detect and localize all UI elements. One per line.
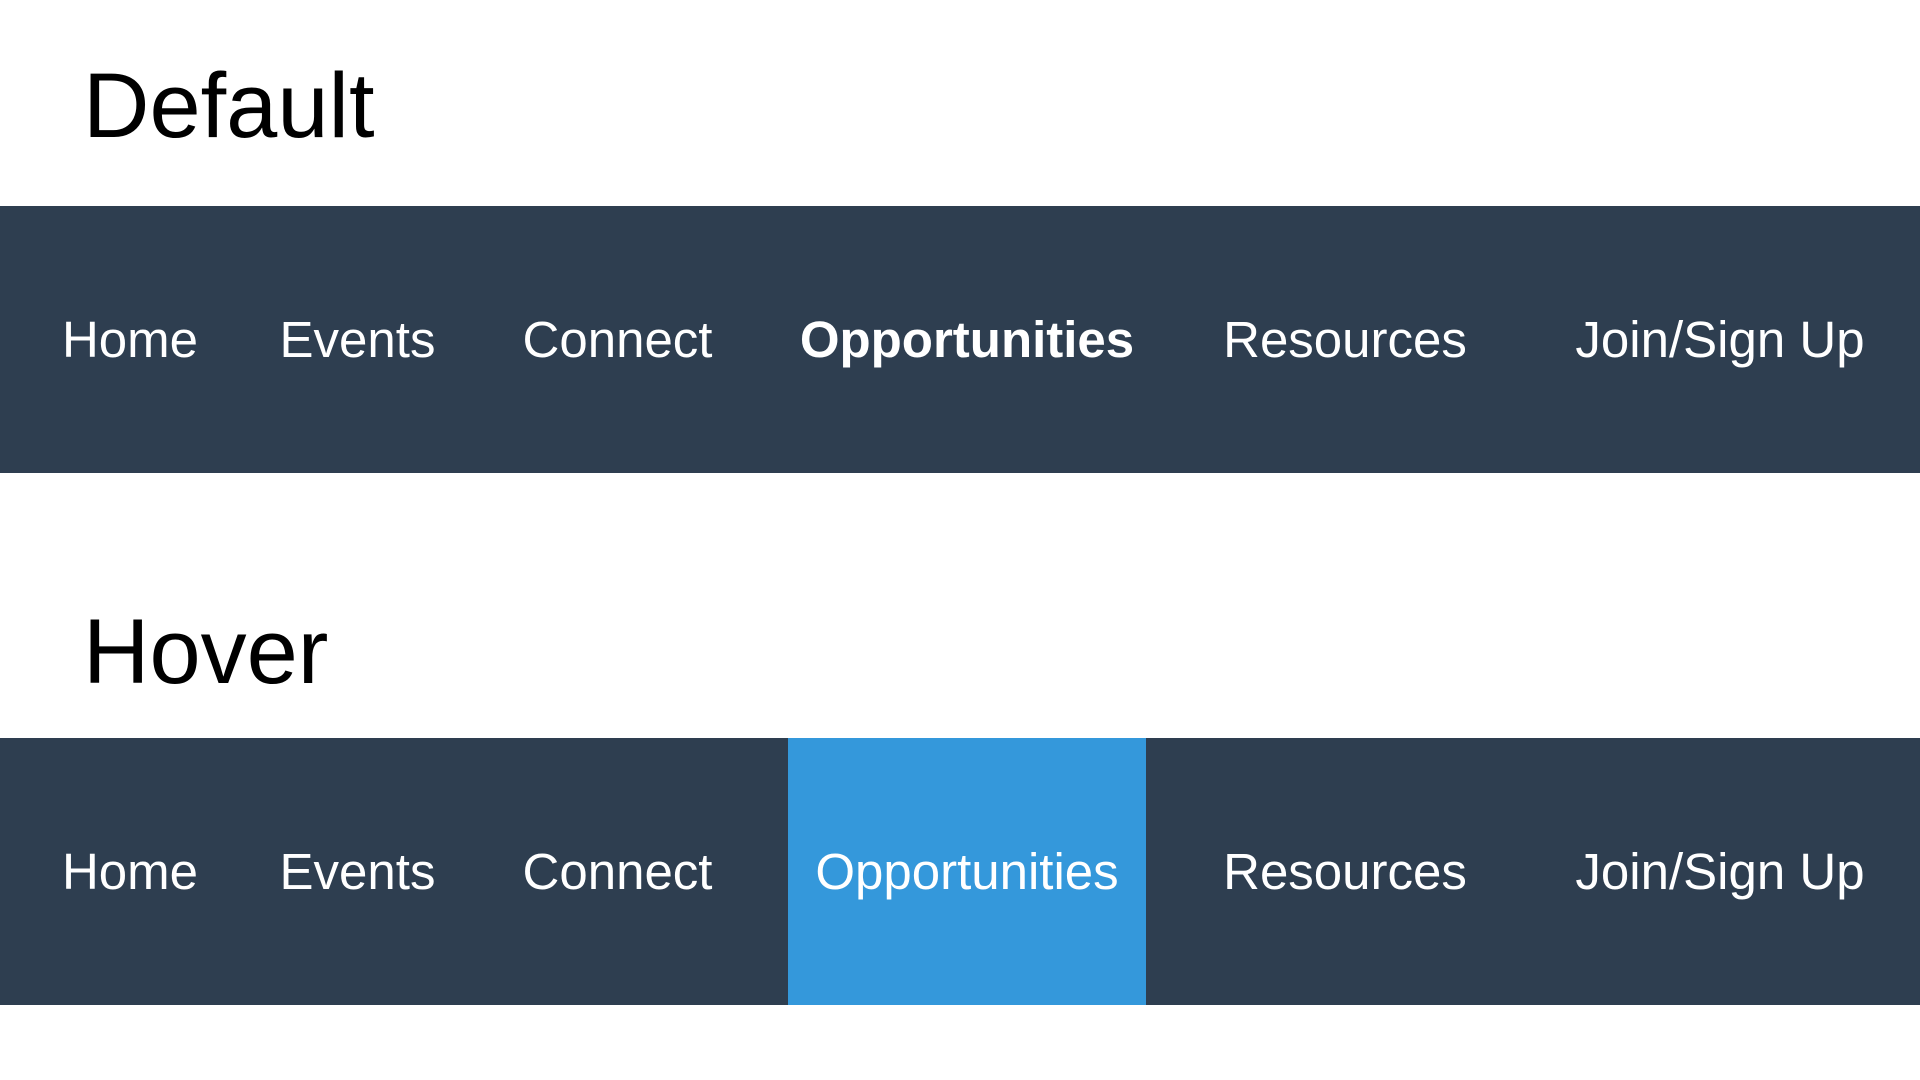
nav-item-opportunities-hovered[interactable]: Opportunities [788, 738, 1146, 1005]
nav-item-join-sign-up[interactable]: Join/Sign Up [1540, 206, 1900, 473]
nav-item-home[interactable]: Home [30, 738, 230, 1005]
nav-item-events[interactable]: Events [250, 738, 465, 1005]
nav-item-join-sign-up[interactable]: Join/Sign Up [1540, 738, 1900, 1005]
nav-item-opportunities[interactable]: Opportunities [788, 206, 1146, 473]
nav-item-connect[interactable]: Connect [495, 738, 740, 1005]
nav-item-connect[interactable]: Connect [495, 206, 740, 473]
default-state-heading: Default [83, 55, 375, 157]
hover-state-heading: Hover [83, 601, 329, 703]
nav-item-resources[interactable]: Resources [1190, 738, 1500, 1005]
nav-item-home[interactable]: Home [30, 206, 230, 473]
nav-item-events[interactable]: Events [250, 206, 465, 473]
nav-item-resources[interactable]: Resources [1190, 206, 1500, 473]
navbar-hover: Home Events Connect Opportunities Resour… [0, 738, 1920, 1005]
navbar-default: Home Events Connect Opportunities Resour… [0, 206, 1920, 473]
